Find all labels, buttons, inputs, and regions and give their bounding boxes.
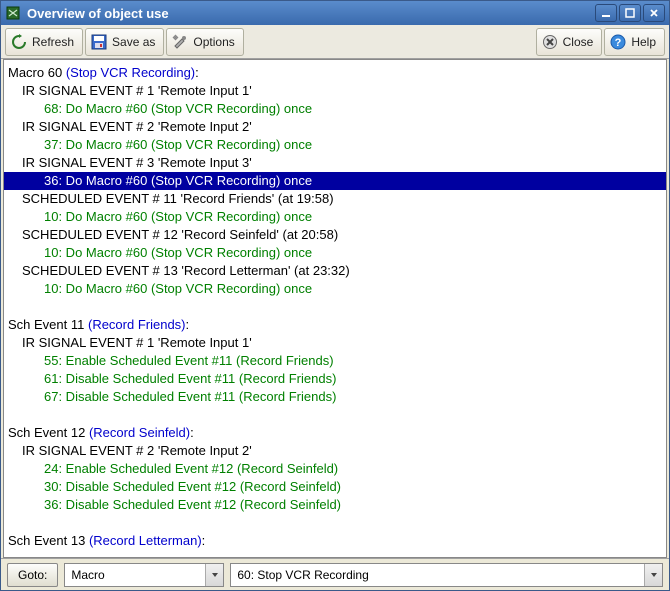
tree-row — [4, 406, 666, 424]
tree-row[interactable]: 30: Disable Scheduled Event #12 (Record … — [4, 478, 666, 496]
refresh-icon — [10, 33, 28, 51]
tree-row — [4, 514, 666, 532]
goto-item-value: 60: Stop VCR Recording — [231, 568, 644, 582]
header-suffix: : — [190, 425, 194, 440]
options-icon — [171, 33, 189, 51]
header-link[interactable]: (Record Friends) — [88, 317, 186, 332]
goto-item-select[interactable]: 60: Stop VCR Recording — [230, 563, 663, 587]
titlebar[interactable]: Overview of object use — [1, 1, 669, 25]
close-label: Close — [563, 35, 594, 49]
header-link[interactable]: (Record Seinfeld) — [89, 425, 190, 440]
refresh-label: Refresh — [32, 35, 74, 49]
tree-row[interactable]: 68: Do Macro #60 (Stop VCR Recording) on… — [4, 100, 666, 118]
goto-type-select[interactable]: Macro — [64, 563, 224, 587]
tree-row[interactable]: IR SIGNAL EVENT # 3 'Remote Input 3' — [4, 154, 666, 172]
event-label: IR SIGNAL EVENT # 3 'Remote Input 3' — [22, 155, 252, 170]
tree-row[interactable]: Sch Event 12 (Record Seinfeld): — [4, 424, 666, 442]
refresh-button[interactable]: Refresh — [5, 28, 83, 56]
action-label: 36: Disable Scheduled Event #12 (Record … — [44, 497, 341, 512]
header-prefix: Macro 60 — [8, 65, 66, 80]
tree-row[interactable]: Sch Event 13 (Record Letterman): — [4, 532, 666, 550]
event-label: IR SIGNAL EVENT # 2 'Remote Input 2' — [22, 119, 252, 134]
app-icon — [5, 5, 21, 21]
action-label: 61: Disable Scheduled Event #11 (Record … — [44, 371, 336, 386]
options-button[interactable]: Options — [166, 28, 243, 56]
tree-row[interactable]: IR SIGNAL EVENT # 2 'Remote Input 2' — [4, 118, 666, 136]
close-window-button[interactable] — [643, 4, 665, 22]
save-as-label: Save as — [112, 35, 155, 49]
svg-text:?: ? — [615, 37, 622, 49]
tree-row[interactable]: 10: Do Macro #60 (Stop VCR Recording) on… — [4, 244, 666, 262]
tree-row[interactable]: SCHEDULED EVENT # 11 'Record Friends' (a… — [4, 190, 666, 208]
action-label: 10: Do Macro #60 (Stop VCR Recording) on… — [44, 209, 312, 224]
event-label: SCHEDULED EVENT # 12 'Record Seinfeld' (… — [22, 227, 338, 242]
action-label: 10: Do Macro #60 (Stop VCR Recording) on… — [44, 281, 312, 296]
toolbar: Refresh Save as Options Close ? Help — [1, 25, 669, 59]
save-as-button[interactable]: Save as — [85, 28, 164, 56]
tree-row[interactable]: 24: Enable Scheduled Event #12 (Record S… — [4, 460, 666, 478]
action-label: 55: Enable Scheduled Event #11 (Record F… — [44, 353, 334, 368]
action-label: 30: Disable Scheduled Event #12 (Record … — [44, 479, 341, 494]
event-label: IR SIGNAL EVENT # 2 'Remote Input 2' — [22, 443, 252, 458]
minimize-button[interactable] — [595, 4, 617, 22]
goto-type-value: Macro — [65, 568, 205, 582]
content-area[interactable]: Macro 60 (Stop VCR Recording):IR SIGNAL … — [3, 59, 667, 558]
header-link[interactable]: (Record Letterman) — [89, 533, 202, 548]
close-icon — [541, 33, 559, 51]
chevron-down-icon[interactable] — [205, 564, 223, 586]
tree-row[interactable]: SCHEDULED EVENT # 12 'Record Seinfeld' (… — [4, 226, 666, 244]
tree-row[interactable]: 10: Do Macro #60 (Stop VCR Recording) on… — [4, 208, 666, 226]
header-prefix: Sch Event 12 — [8, 425, 89, 440]
action-label: 10: Do Macro #60 (Stop VCR Recording) on… — [44, 245, 312, 260]
chevron-down-icon[interactable] — [644, 564, 662, 586]
event-label: SCHEDULED EVENT # 13 'Record Letterman' … — [22, 263, 350, 278]
event-label: SCHEDULED EVENT # 11 'Record Friends' (a… — [22, 191, 334, 206]
maximize-button[interactable] — [619, 4, 641, 22]
tree-row[interactable]: 67: Disable Scheduled Event #11 (Record … — [4, 388, 666, 406]
window-title: Overview of object use — [27, 6, 595, 21]
tree-row[interactable]: 36: Disable Scheduled Event #12 (Record … — [4, 496, 666, 514]
bottom-bar: Goto: Macro 60: Stop VCR Recording — [1, 558, 669, 590]
tree-row[interactable]: IR SIGNAL EVENT # 2 'Remote Input 2' — [4, 442, 666, 460]
window-controls — [595, 4, 665, 22]
action-label: 67: Disable Scheduled Event #11 (Record … — [44, 389, 336, 404]
tree-row[interactable]: IR SIGNAL EVENT # 1 'Remote Input 1' — [4, 82, 666, 100]
header-link[interactable]: (Stop VCR Recording) — [66, 65, 195, 80]
action-label: 24: Enable Scheduled Event #12 (Record S… — [44, 461, 338, 476]
tree-row[interactable]: 10: Do Macro #60 (Stop VCR Recording) on… — [4, 280, 666, 298]
header-suffix: : — [202, 533, 206, 548]
tree-row[interactable]: Macro 60 (Stop VCR Recording): — [4, 64, 666, 82]
close-button[interactable]: Close — [536, 28, 603, 56]
tree-row[interactable]: 61: Disable Scheduled Event #11 (Record … — [4, 370, 666, 388]
header-suffix: : — [195, 65, 199, 80]
event-label: IR SIGNAL EVENT # 1 'Remote Input 1' — [22, 335, 252, 350]
header-prefix: Sch Event 11 — [8, 317, 88, 332]
tree-row[interactable]: 36: Do Macro #60 (Stop VCR Recording) on… — [4, 172, 666, 190]
goto-button[interactable]: Goto: — [7, 563, 58, 587]
tree-row[interactable]: IR SIGNAL EVENT # 1 'Remote Input 1' — [4, 334, 666, 352]
action-label: 68: Do Macro #60 (Stop VCR Recording) on… — [44, 101, 312, 116]
tree-row[interactable]: 37: Do Macro #60 (Stop VCR Recording) on… — [4, 136, 666, 154]
tree-row — [4, 298, 666, 316]
save-icon — [90, 33, 108, 51]
action-label: 37: Do Macro #60 (Stop VCR Recording) on… — [44, 137, 312, 152]
action-label: 36: Do Macro #60 (Stop VCR Recording) on… — [44, 173, 312, 188]
header-suffix: : — [186, 317, 190, 332]
help-icon: ? — [609, 33, 627, 51]
tree-row[interactable]: SCHEDULED EVENT # 13 'Record Letterman' … — [4, 262, 666, 280]
app-window: Overview of object use Refresh Save as O… — [0, 0, 670, 591]
options-label: Options — [193, 35, 234, 49]
help-button[interactable]: ? Help — [604, 28, 665, 56]
header-prefix: Sch Event 13 — [8, 533, 89, 548]
event-label: IR SIGNAL EVENT # 1 'Remote Input 1' — [22, 83, 252, 98]
tree-row[interactable]: 55: Enable Scheduled Event #11 (Record F… — [4, 352, 666, 370]
tree-view: Macro 60 (Stop VCR Recording):IR SIGNAL … — [4, 60, 666, 554]
tree-row[interactable]: Sch Event 11 (Record Friends): — [4, 316, 666, 334]
help-label: Help — [631, 35, 656, 49]
